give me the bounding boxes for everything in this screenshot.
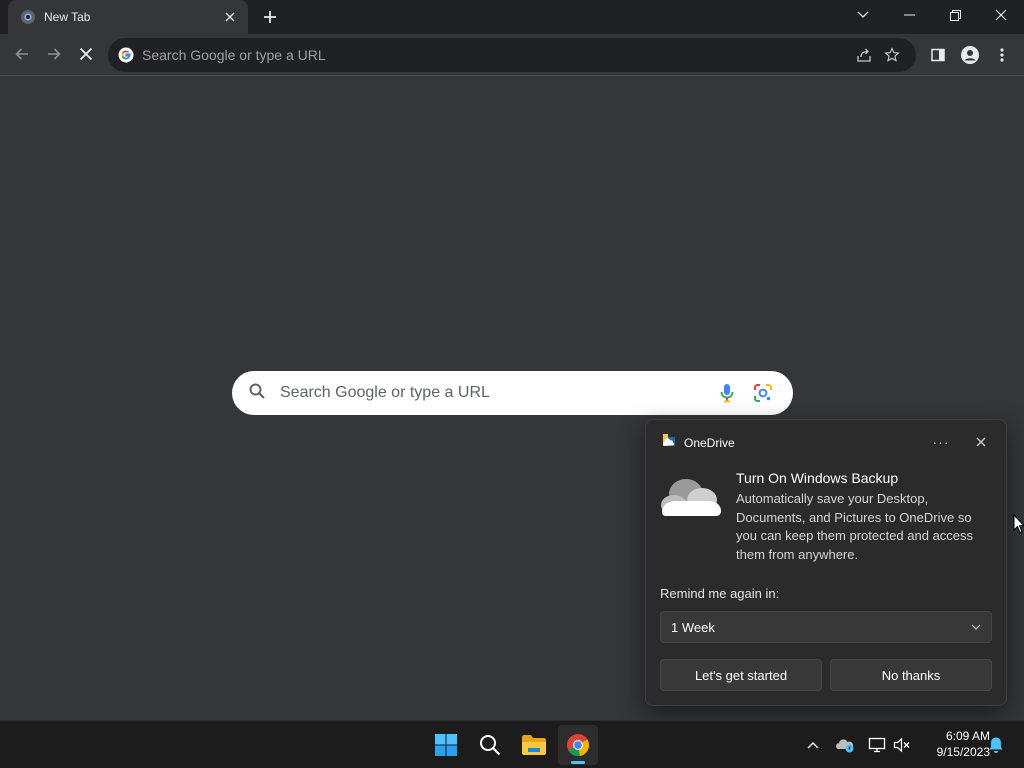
show-hidden-icons-button[interactable]: [803, 735, 823, 755]
taskbar-clock[interactable]: 6:09 AM 9/15/2023: [918, 728, 990, 760]
side-panel-icon: [931, 48, 945, 62]
remind-select-value: 1 Week: [671, 619, 715, 635]
new-tab-button[interactable]: [256, 5, 284, 29]
back-button[interactable]: [8, 40, 36, 68]
stop-icon: [79, 47, 93, 61]
plus-icon: [264, 11, 276, 23]
clock-date: 9/15/2023: [936, 745, 990, 759]
microphone-icon[interactable]: [713, 379, 741, 407]
taskbar: 6:09 AM 9/15/2023: [0, 720, 1024, 768]
notification-app-name: OneDrive: [684, 435, 735, 450]
notification-more-button[interactable]: ···: [928, 430, 954, 454]
onedrive-tray-icon[interactable]: [835, 735, 855, 755]
onedrive-app-icon: [662, 433, 676, 452]
notification-header: OneDrive: [662, 433, 735, 452]
chrome-menu-button[interactable]: [988, 41, 1016, 69]
arrow-right-icon: [48, 48, 61, 60]
chevron-down-icon: [857, 11, 869, 18]
chrome-icon: [567, 734, 590, 757]
notification-body: Automatically save your Desktop, Documen…: [736, 491, 974, 562]
omnibox[interactable]: [108, 38, 916, 72]
network-icon[interactable]: [867, 735, 887, 755]
onedrive-cloud-icon: [660, 472, 722, 518]
stop-button[interactable]: [72, 40, 100, 68]
profile-avatar-icon: [961, 46, 979, 64]
close-icon: [976, 437, 986, 447]
browser-toolbar: [0, 34, 1024, 76]
tab-title: New Tab: [44, 10, 91, 24]
no-thanks-button[interactable]: No thanks: [830, 659, 992, 691]
google-g-icon: [118, 47, 134, 63]
chrome-favicon-icon: [20, 9, 36, 25]
omnibox-input[interactable]: [142, 47, 850, 63]
tab-new-tab[interactable]: New Tab: [8, 0, 248, 34]
start-button[interactable]: [426, 725, 466, 765]
remind-select[interactable]: 1 Week: [660, 611, 992, 643]
restore-button[interactable]: [932, 0, 978, 30]
tab-close-icon[interactable]: [220, 7, 240, 27]
forward-button[interactable]: [40, 40, 68, 68]
tab-strip: New Tab: [0, 0, 1024, 34]
chevron-up-icon: [807, 742, 819, 749]
kebab-menu-icon: [1000, 48, 1004, 62]
remind-label: Remind me again in:: [660, 586, 780, 601]
bookmark-star-icon[interactable]: [878, 41, 906, 69]
taskbar-search-button[interactable]: [470, 725, 510, 765]
notification-bell-icon[interactable]: [986, 735, 1006, 755]
lets-get-started-button[interactable]: Let's get started: [660, 659, 822, 691]
arrow-left-icon: [15, 48, 28, 60]
close-window-button[interactable]: [978, 0, 1024, 30]
restore-icon: [949, 9, 961, 21]
search-icon: [480, 735, 501, 756]
windows-logo-icon: [435, 734, 457, 756]
profile-button[interactable]: [956, 41, 984, 69]
chrome-taskbar-button[interactable]: [558, 725, 598, 765]
close-icon: [995, 9, 1007, 21]
notification-title: Turn On Windows Backup: [736, 470, 899, 486]
google-lens-icon[interactable]: [749, 379, 777, 407]
ntp-search-box[interactable]: [232, 371, 793, 415]
minimize-button[interactable]: [886, 0, 932, 30]
clock-time: 6:09 AM: [945, 729, 990, 743]
mouse-cursor-icon: [1013, 513, 1024, 534]
active-app-indicator: [571, 761, 585, 764]
folder-icon: [522, 735, 546, 755]
minimize-icon: [903, 14, 915, 16]
notification-close-button[interactable]: [968, 430, 994, 454]
file-explorer-button[interactable]: [514, 725, 554, 765]
tab-search-button[interactable]: [840, 0, 886, 30]
share-icon[interactable]: [850, 41, 878, 69]
search-icon: [248, 382, 266, 405]
volume-muted-icon[interactable]: [892, 735, 912, 755]
chevron-down-icon: [971, 624, 981, 630]
side-panel-button[interactable]: [924, 41, 952, 69]
ntp-search-input[interactable]: [280, 384, 705, 402]
onedrive-notification: OneDrive ··· Turn On Windows Backup Auto…: [645, 419, 1007, 706]
